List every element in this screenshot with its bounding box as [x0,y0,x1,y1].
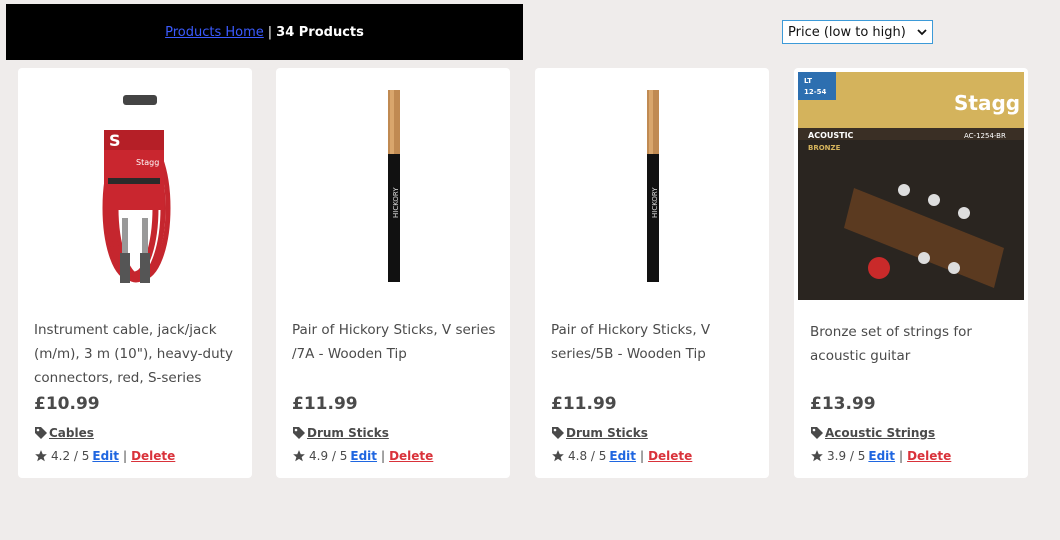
tag-icon [293,427,305,439]
edit-link[interactable]: Edit [350,449,377,463]
edit-link[interactable]: Edit [92,449,119,463]
tag-icon [35,427,47,439]
product-category: Drum Sticks [292,426,389,440]
category-link[interactable]: Drum Sticks [566,426,648,440]
category-link[interactable]: Drum Sticks [307,426,389,440]
product-meta: 4.8 / 5 Edit | Delete [551,449,692,463]
product-card[interactable]: S Stagg Instrument cable, jack/jack (m/m… [18,68,252,478]
guitar-strings-pack-image[interactable]: LT 12-54 Stagg ACOUSTIC AC-1254-BR BRONZ… [794,68,1028,308]
header-separator: | [267,24,273,40]
delete-link[interactable]: Delete [648,449,692,463]
header-bar: Products Home | 34 Products [6,4,523,60]
star-icon [293,450,305,462]
drumstick-image[interactable]: HICKORY [276,68,510,308]
star-icon [811,450,823,462]
meta-separator: | [123,449,128,463]
category-link[interactable]: Acoustic Strings [825,426,935,440]
product-price: £11.99 [292,394,358,414]
edit-link[interactable]: Edit [868,449,895,463]
rating-text: 4.9 / 5 [309,449,348,463]
delete-link[interactable]: Delete [389,449,433,463]
pack-gauge-bottom: 12-54 [804,88,827,96]
drumstick-image[interactable]: HICKORY [535,68,769,308]
rating-text: 3.9 / 5 [827,449,866,463]
product-title[interactable]: Pair of Hickory Sticks, V series/5B - Wo… [551,318,756,366]
sort-select[interactable]: Price (low to high) [782,20,933,44]
product-category: Acoustic Strings [810,426,935,440]
svg-text:S: S [109,131,121,150]
chevron-down-icon [917,29,927,36]
rating-text: 4.2 / 5 [51,449,90,463]
sort-selected-value: Price (low to high) [788,24,906,40]
svg-text:Stagg: Stagg [136,158,159,167]
tag-icon [552,427,564,439]
product-card[interactable]: LT 12-54 Stagg ACOUSTIC AC-1254-BR BRONZ… [794,68,1028,478]
product-card[interactable]: HICKORY Pair of Hickory Sticks, V series… [276,68,510,478]
product-price: £10.99 [34,394,100,414]
meta-separator: | [381,449,386,463]
meta-separator: | [899,449,904,463]
product-meta: 3.9 / 5 Edit | Delete [810,449,951,463]
svg-text:HICKORY: HICKORY [392,187,400,218]
red-cable-image[interactable]: S Stagg [18,68,252,308]
delete-link[interactable]: Delete [131,449,175,463]
pack-model: AC-1254-BR [964,132,1006,140]
product-meta: 4.2 / 5 Edit | Delete [34,449,175,463]
pack-type: ACOUSTIC [808,131,854,140]
product-card[interactable]: HICKORY Pair of Hickory Sticks, V series… [535,68,769,478]
product-category: Cables [34,426,94,440]
product-meta: 4.9 / 5 Edit | Delete [292,449,433,463]
tag-icon [811,427,823,439]
meta-separator: | [640,449,645,463]
product-count: 34 Products [276,24,364,40]
category-link[interactable]: Cables [49,426,94,440]
product-title[interactable]: Bronze set of strings for acoustic guita… [810,320,1015,368]
star-icon [35,450,47,462]
product-category: Drum Sticks [551,426,648,440]
star-icon [552,450,564,462]
product-title[interactable]: Pair of Hickory Sticks, V series /7A - W… [292,318,497,366]
rating-text: 4.8 / 5 [568,449,607,463]
pack-gauge-top: LT [804,77,812,85]
delete-link[interactable]: Delete [907,449,951,463]
product-price: £13.99 [810,394,876,414]
products-home-link[interactable]: Products Home [165,25,264,40]
pack-brand: Stagg [954,91,1020,115]
product-price: £11.99 [551,394,617,414]
edit-link[interactable]: Edit [609,449,636,463]
pack-material: BRONZE [808,144,841,152]
product-title[interactable]: Instrument cable, jack/jack (m/m), 3 m (… [34,318,239,390]
svg-text:HICKORY: HICKORY [651,187,659,218]
